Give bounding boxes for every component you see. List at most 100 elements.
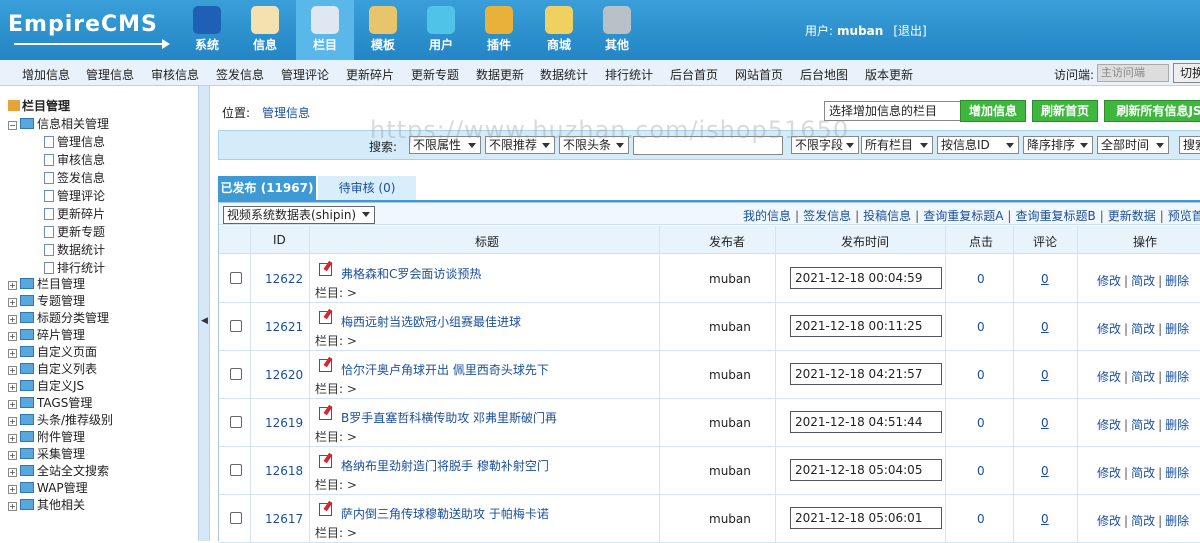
row-id[interactable]: 12617 [265,512,303,526]
row-checkbox[interactable] [230,272,242,284]
row-title[interactable]: 梅西远射当选欧冠小组赛最佳进球 [341,313,521,330]
logout-link[interactable]: [退出] [893,24,926,38]
tree-info-group[interactable]: − 信息相关管理 [8,115,109,132]
tree-group[interactable]: + 附件管理 [8,428,85,445]
quick-nav-item[interactable]: 版本更新 [865,66,913,83]
row-id[interactable]: 12618 [265,464,303,478]
quick-nav-item[interactable]: 增加信息 [22,66,70,83]
row-time-field[interactable]: 2021-12-18 04:21:57 [790,363,942,385]
search-filter-select[interactable]: 不限头条 [559,136,629,154]
expand-toggle-icon[interactable]: + [8,485,17,494]
delete-link[interactable]: 删除 [1165,322,1189,336]
tree-group[interactable]: + 全站全文搜索 [8,462,109,479]
expand-toggle-icon[interactable]: + [8,315,17,324]
row-hits[interactable]: 0 [977,416,985,430]
topnav-template[interactable]: 模板 [354,0,412,60]
tree-info-item[interactable]: 管理信息 [44,133,105,150]
tree-group[interactable]: + 专题管理 [8,292,85,309]
tree-group[interactable]: + 碎片管理 [8,326,85,343]
row-comments[interactable]: 0 [1041,416,1049,430]
tree-info-item[interactable]: 签发信息 [44,169,105,186]
refresh-home-button[interactable]: 刷新首页 [1032,100,1098,122]
tree-info-item[interactable]: 更新专题 [44,223,105,240]
row-time-field[interactable]: 2021-12-18 00:11:25 [790,315,942,337]
visit-select[interactable]: 主访问端 [1097,64,1169,82]
topnav-column[interactable]: 栏目 [296,0,354,60]
row-comments[interactable]: 0 [1041,320,1049,334]
row-hits[interactable]: 0 [977,512,985,526]
row-id[interactable]: 12619 [265,416,303,430]
search-filter-select[interactable]: 全部时间 [1097,136,1169,154]
row-hits[interactable]: 0 [977,272,985,286]
row-comments[interactable]: 0 [1041,368,1049,382]
edit-link[interactable]: 修改 [1097,466,1121,480]
quick-nav-item[interactable]: 后台首页 [670,66,718,83]
topnav-shop[interactable]: 商城 [530,0,588,60]
switch-button[interactable]: 切换 [1173,63,1200,83]
search-button[interactable]: 搜索 [1179,136,1200,154]
search-filter-select[interactable]: 不限推荐 [485,136,555,154]
tree-group[interactable]: + 栏目管理 [8,275,85,292]
row-time-field[interactable]: 2021-12-18 00:04:59 [790,267,942,289]
tree-group[interactable]: + 采集管理 [8,445,85,462]
quick-nav-item[interactable]: 后台地图 [800,66,848,83]
sidebar-toggle[interactable]: ◀ [198,86,210,541]
quick-edit-link[interactable]: 简改 [1131,274,1155,288]
breadcrumb-link[interactable]: 管理信息 [262,106,310,120]
tree-info-item[interactable]: 数据统计 [44,241,105,258]
tree-group[interactable]: + 头条/推荐级别 [8,411,113,428]
row-hits[interactable]: 0 [977,320,985,334]
search-filter-select[interactable]: 所有栏目 [861,136,933,154]
edit-link[interactable]: 修改 [1097,370,1121,384]
toolbar-link[interactable]: 我的信息 [743,209,791,223]
row-checkbox[interactable] [230,416,242,428]
row-comments[interactable]: 0 [1041,512,1049,526]
topnav-other[interactable]: 其他 [588,0,646,60]
tree-group[interactable]: + TAGS管理 [8,394,92,411]
row-comments[interactable]: 0 [1041,272,1049,286]
topnav-user[interactable]: 用户 [412,0,470,60]
tree-group[interactable]: + 自定义JS [8,377,84,394]
edit-link[interactable]: 修改 [1097,514,1121,528]
edit-link[interactable]: 修改 [1097,274,1121,288]
toolbar-link[interactable]: 投稿信息 [863,209,911,223]
tree-group[interactable]: + WAP管理 [8,479,88,496]
expand-toggle-icon[interactable]: + [8,298,17,307]
row-title[interactable]: 弗格森和C罗会面访谈预热 [341,265,481,282]
row-title[interactable]: B罗手直塞哲科横传助攻 邓弗里斯破门再 [341,409,557,426]
toolbar-link[interactable]: 更新数据 [1108,209,1156,223]
row-id[interactable]: 12621 [265,320,303,334]
tree-info-item[interactable]: 排行统计 [44,259,105,276]
search-filter-select[interactable]: 不限属性 [409,136,481,154]
add-info-button[interactable]: 增加信息 [960,100,1026,122]
tree-group[interactable]: + 其他相关 [8,496,85,513]
delete-link[interactable]: 删除 [1165,370,1189,384]
tree-info-item[interactable]: 审核信息 [44,151,105,168]
row-checkbox[interactable] [230,368,242,380]
expand-toggle-icon[interactable]: + [8,349,17,358]
expand-toggle-icon[interactable]: + [8,383,17,392]
quick-edit-link[interactable]: 简改 [1131,370,1155,384]
row-time-field[interactable]: 2021-12-18 05:04:05 [790,459,942,481]
row-comments[interactable]: 0 [1041,464,1049,478]
tree-group[interactable]: + 自定义列表 [8,360,97,377]
row-checkbox[interactable] [230,512,242,524]
edit-link[interactable]: 修改 [1097,418,1121,432]
row-checkbox[interactable] [230,320,242,332]
expand-toggle-icon[interactable]: + [8,400,17,409]
data-table-select[interactable]: 视频系统数据表(shipin) [223,206,375,224]
empirecms-logo[interactable]: EmpireCMS [8,10,170,50]
row-hits[interactable]: 0 [977,464,985,478]
quick-nav-item[interactable]: 数据统计 [540,66,588,83]
expand-toggle-icon[interactable]: + [8,332,17,341]
search-filter-select[interactable]: 不限字段 [791,136,859,154]
expand-toggle-icon[interactable]: + [8,502,17,511]
expand-toggle-icon[interactable]: + [8,281,17,290]
row-hits[interactable]: 0 [977,368,985,382]
row-time-field[interactable]: 2021-12-18 05:06:01 [790,507,942,529]
search-input[interactable] [633,136,783,155]
topnav-info[interactable]: 信息 [236,0,294,60]
toolbar-link[interactable]: 预览首页 [1168,209,1200,223]
row-title[interactable]: 萨内倒三角传球穆勒送助攻 于帕梅卡诺 [341,505,549,522]
expand-toggle-icon[interactable]: + [8,417,17,426]
